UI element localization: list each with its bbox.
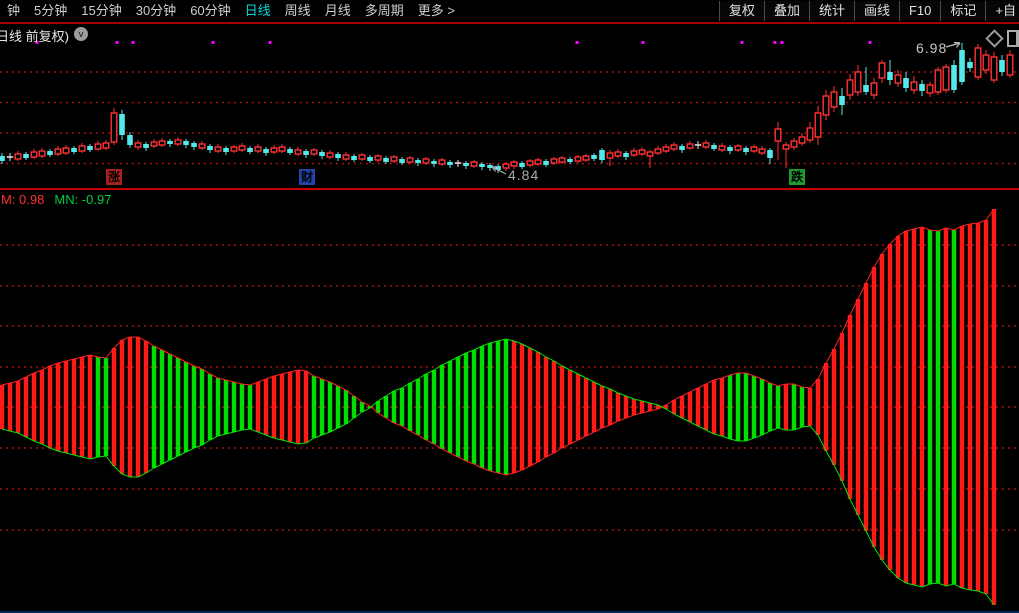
tool-button-0[interactable]: 复权 <box>719 1 764 21</box>
event-badge-2[interactable]: 跌 <box>789 169 805 185</box>
menu-item-4[interactable]: 60分钟 <box>183 0 237 22</box>
menu-item-7[interactable]: 月线 <box>318 0 358 22</box>
event-badge-1[interactable]: 财 <box>299 169 315 185</box>
panel-divider[interactable] <box>0 188 1019 190</box>
layout-split-icon[interactable] <box>1007 30 1019 47</box>
indicator-value-labels: M: 0.98 MN: -0.97 <box>1 192 121 207</box>
tool-button-1[interactable]: 叠加 <box>764 1 809 21</box>
tool-button-4[interactable]: F10 <box>899 1 940 21</box>
menu-item-2[interactable]: 15分钟 <box>74 0 128 22</box>
menu-item-8[interactable]: 多周期 <box>358 0 411 22</box>
chevron-down-icon[interactable]: v <box>74 27 88 41</box>
chart-canvas <box>0 0 1019 613</box>
menu-item-5[interactable]: 日线 <box>238 0 278 22</box>
menu-item-6[interactable]: 周线 <box>278 0 318 22</box>
menu-item-3[interactable]: 30分钟 <box>129 0 183 22</box>
chart-title: 日线 前复权) <box>0 26 69 45</box>
high-price-label: 6.98 <box>916 40 947 56</box>
menu-item-1[interactable]: 5分钟 <box>27 0 74 22</box>
tool-menu: 复权叠加统计画线F10标记+自 <box>719 0 1019 22</box>
event-badge-0[interactable]: 涨 <box>106 169 122 185</box>
indicator-label-0: M: 0.98 <box>1 192 44 207</box>
indicator-label-1: MN: -0.97 <box>54 192 111 207</box>
tool-button-5[interactable]: 标记 <box>940 1 985 21</box>
menu-item-0[interactable]: 钟 <box>0 0 27 22</box>
top-menu-bar: 钟5分钟15分钟30分钟60分钟日线周线月线多周期更多 > 复权叠加统计画线F1… <box>0 0 1019 24</box>
menu-item-9[interactable]: 更多 > <box>411 0 462 22</box>
app-window: 钟5分钟15分钟30分钟60分钟日线周线月线多周期更多 > 复权叠加统计画线F1… <box>0 0 1019 613</box>
timeframe-menu: 钟5分钟15分钟30分钟60分钟日线周线月线多周期更多 > <box>0 0 462 22</box>
tool-button-6[interactable]: +自 <box>985 1 1019 21</box>
tool-button-3[interactable]: 画线 <box>854 1 899 21</box>
tool-button-2[interactable]: 统计 <box>809 1 854 21</box>
low-price-label: 4.84 <box>508 167 539 183</box>
